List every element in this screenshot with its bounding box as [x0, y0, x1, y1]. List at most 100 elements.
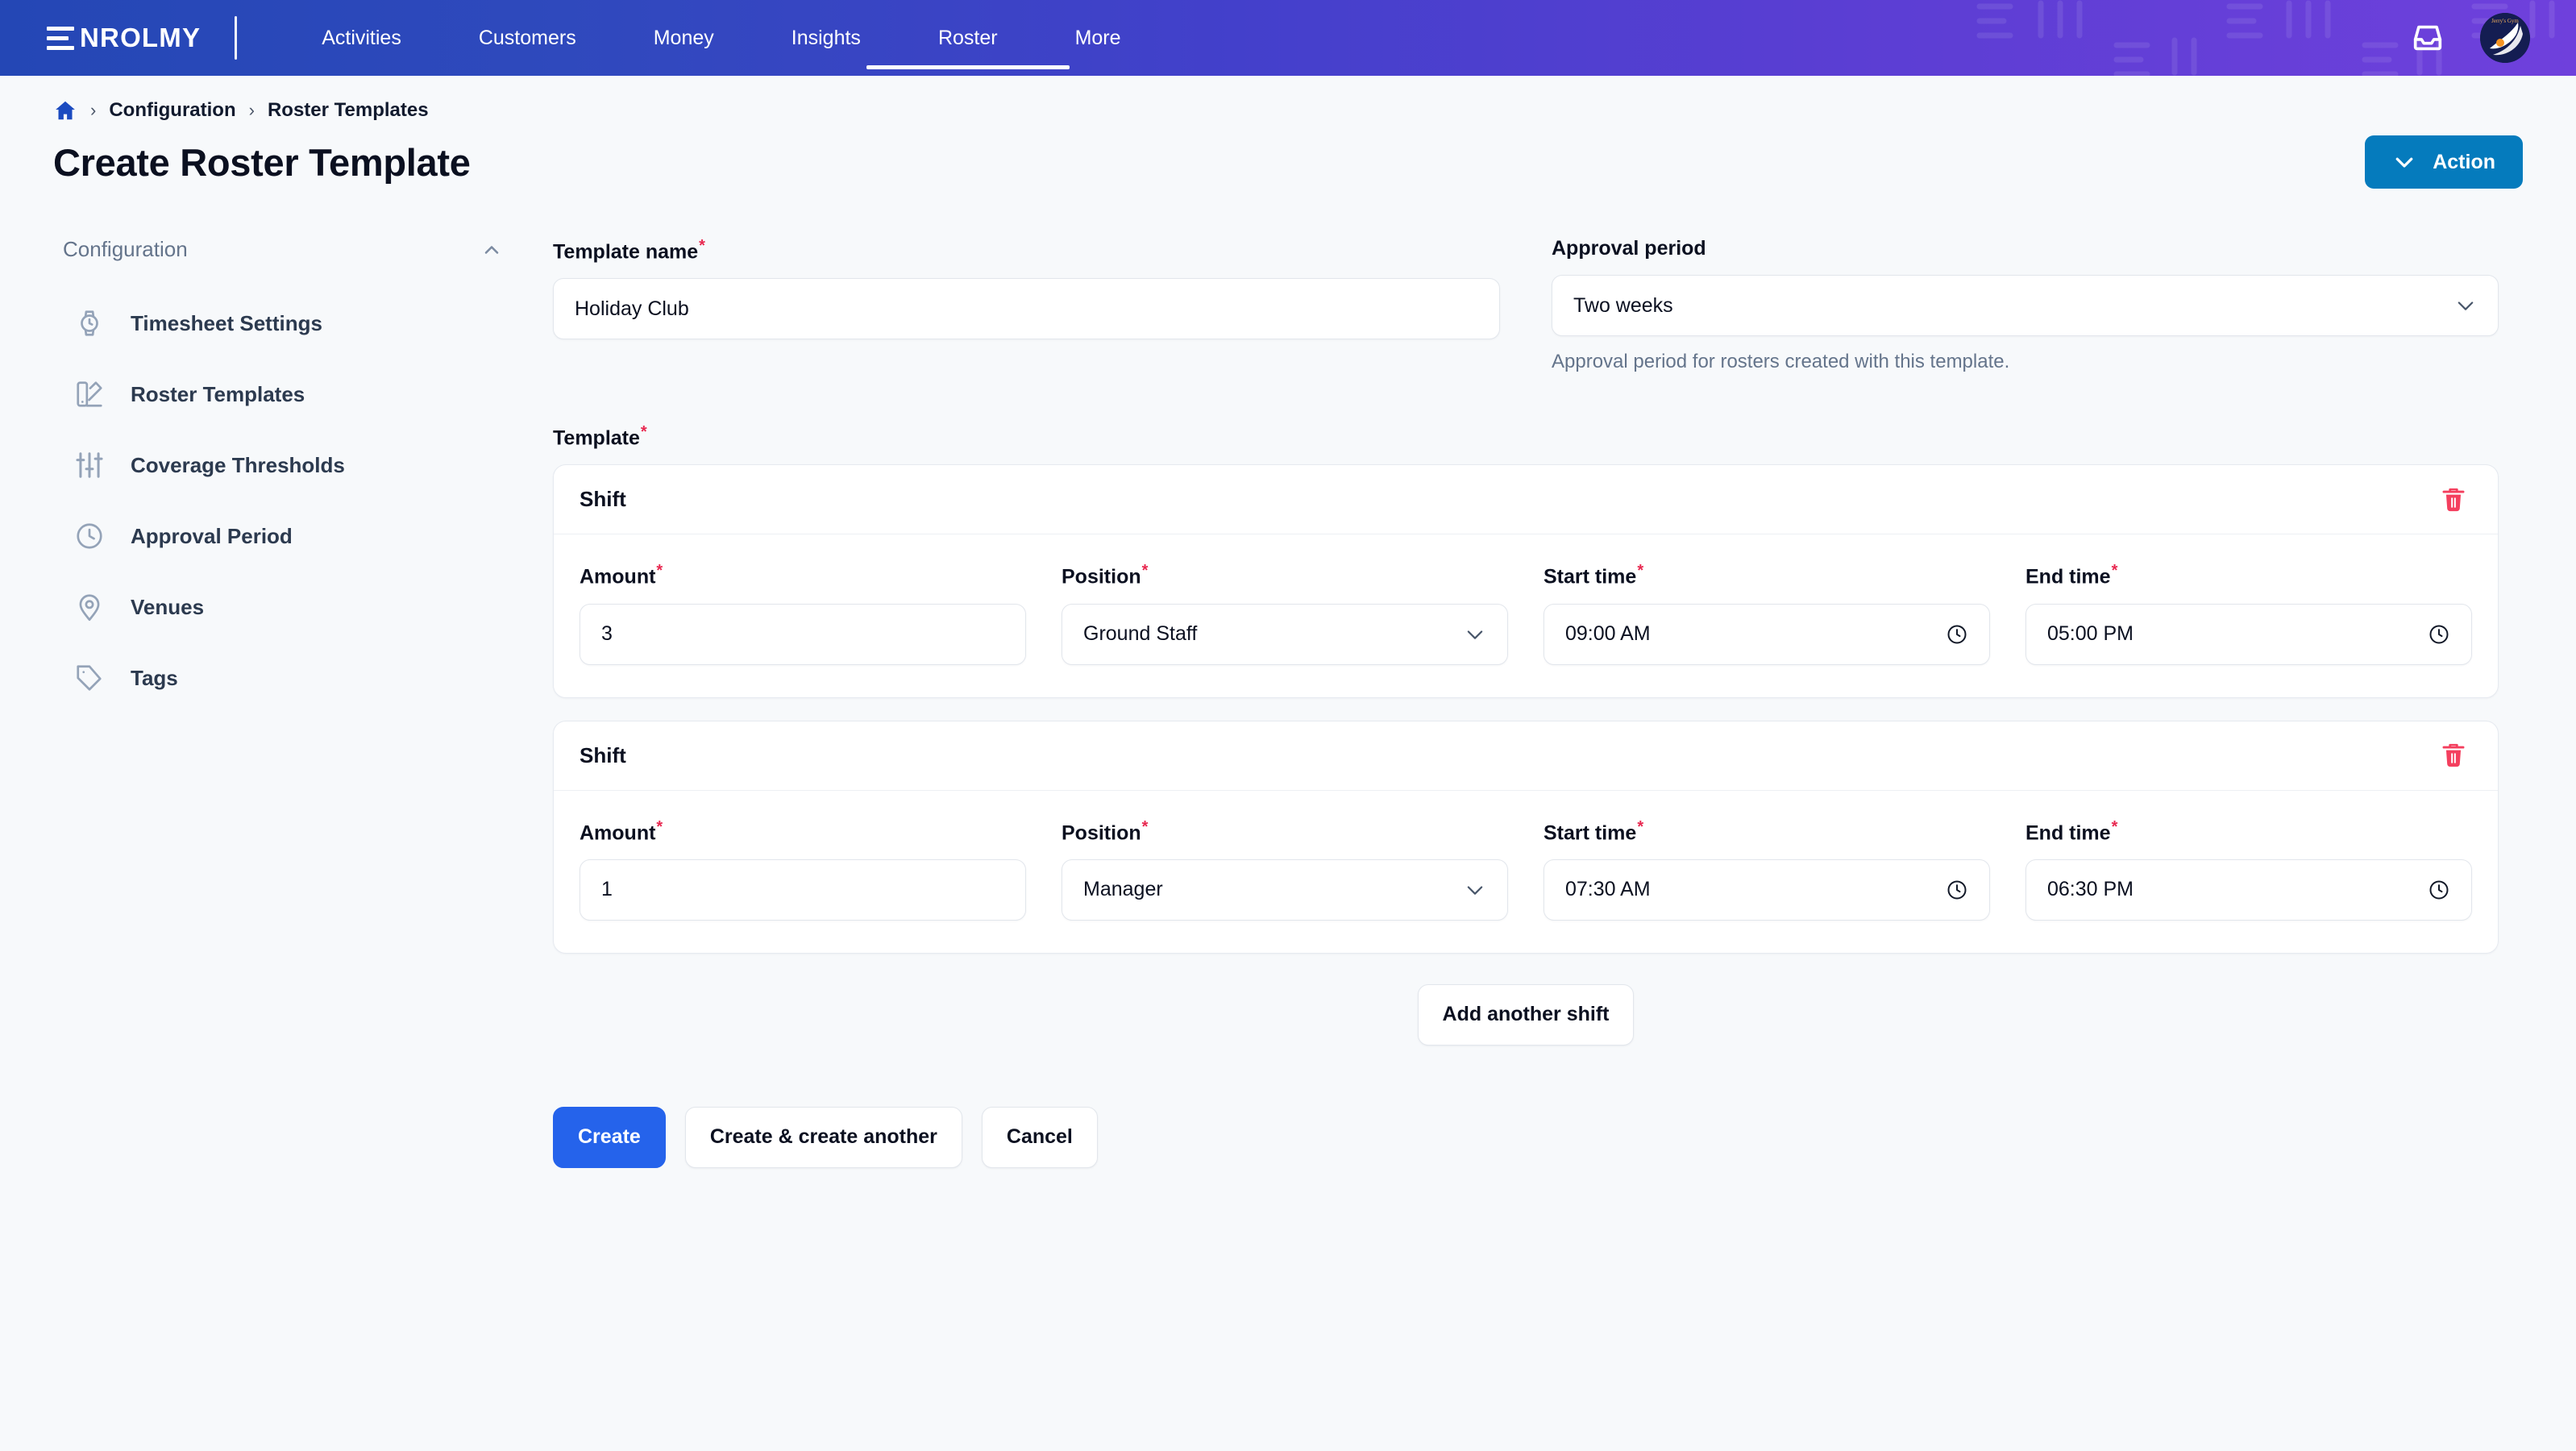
- shift-card-body: Amount* 1 Position* Manager Start time* …: [554, 791, 2498, 953]
- approval-period-helper-text: Approval period for rosters created with…: [1552, 351, 2010, 372]
- label-text: Start time: [1544, 565, 1637, 588]
- action-button-label: Action: [2433, 150, 2495, 173]
- nav-item-customers[interactable]: Customers: [440, 0, 615, 76]
- nav-item-roster[interactable]: Roster: [900, 0, 1037, 76]
- shift-card-title: Shift: [580, 742, 626, 767]
- breadcrumb-separator: ›: [90, 100, 97, 120]
- cancel-button[interactable]: Cancel: [981, 1106, 1098, 1168]
- field-template-name: Template name* Holiday Club: [553, 237, 1500, 373]
- template-name-label: Template name*: [553, 237, 1500, 264]
- trash-icon: [2442, 743, 2465, 767]
- sidebar-item-label: Tags: [131, 665, 178, 690]
- position-value: Ground Staff: [1083, 622, 1198, 646]
- avatar[interactable]: Jerry's Gym: [2480, 13, 2530, 63]
- end-time-label: End time*: [2025, 818, 2472, 845]
- sidebar-item-venues[interactable]: Venues: [63, 572, 553, 642]
- sidebar-item-label: Venues: [131, 594, 205, 619]
- label-text: Amount: [580, 565, 656, 588]
- watch-icon: [81, 310, 98, 336]
- required-marker: *: [1141, 817, 1149, 836]
- template-swatch-icon: [77, 381, 102, 407]
- delete-shift-button[interactable]: [2435, 481, 2472, 518]
- label-text: End time: [2025, 565, 2111, 588]
- shift-card-header: Shift: [554, 465, 2498, 535]
- approval-period-select[interactable]: Two weeks: [1552, 275, 2499, 336]
- start-time-label: Start time*: [1544, 818, 1990, 845]
- approval-period-value: Two weeks: [1573, 293, 1673, 317]
- template-shifts-block: Template * Shift Amount* 3 Position* Grou…: [553, 423, 2499, 1046]
- nav-item-insights[interactable]: Insights: [753, 0, 900, 76]
- nav-label: Insights: [791, 26, 861, 49]
- sidebar-item-approval-period[interactable]: Approval Period: [63, 501, 553, 572]
- sidebar-item-roster-templates[interactable]: Roster Templates: [63, 359, 553, 430]
- clock-icon[interactable]: [1946, 623, 1968, 646]
- action-button[interactable]: Action: [2365, 135, 2523, 189]
- form-row-top: Template name* Holiday Club Approval per…: [553, 237, 2499, 373]
- required-marker: *: [2111, 817, 2118, 836]
- sidebar-section-header[interactable]: Configuration: [63, 237, 503, 262]
- chevron-down-icon: [1467, 630, 1483, 639]
- sidebar-item-tags[interactable]: Tags: [63, 642, 553, 713]
- map-pin-icon: [79, 594, 100, 622]
- amount-input[interactable]: 1: [580, 859, 1026, 921]
- approval-period-label: Approval period: [1552, 237, 2499, 260]
- template-name-value: Holiday Club: [575, 297, 689, 320]
- delete-shift-button[interactable]: [2435, 737, 2472, 774]
- start-time-value: 09:00 AM: [1565, 622, 1651, 646]
- chevron-down-icon: [1467, 886, 1483, 895]
- page-content: Configuration Timesheet Settings Roster …: [53, 237, 2523, 1168]
- shift-card-title: Shift: [580, 487, 626, 512]
- nav-item-money[interactable]: Money: [615, 0, 753, 76]
- nav-item-activities[interactable]: Activities: [283, 0, 440, 76]
- start-time-value: 07:30 AM: [1565, 878, 1651, 901]
- enrolmy-e-icon: [47, 26, 74, 50]
- label-text: Template: [553, 426, 640, 450]
- end-time-input[interactable]: 05:00 PM: [2025, 603, 2472, 665]
- chevron-up-icon[interactable]: [480, 239, 503, 261]
- required-marker: *: [656, 562, 663, 580]
- position-select[interactable]: Manager: [1062, 859, 1508, 921]
- label-text: End time: [2025, 821, 2111, 844]
- inbox-icon[interactable]: [2409, 19, 2446, 56]
- add-another-shift-button[interactable]: Add another shift: [1417, 983, 1635, 1046]
- clock-icon[interactable]: [1946, 879, 1968, 901]
- clock-icon[interactable]: [2428, 879, 2450, 901]
- sidebar-item-label: Approval Period: [131, 523, 293, 548]
- amount-input[interactable]: 3: [580, 603, 1026, 665]
- trash-icon: [2442, 488, 2465, 511]
- nav-item-more[interactable]: More: [1037, 0, 1160, 76]
- required-marker: *: [2111, 562, 2118, 580]
- start-time-input[interactable]: 07:30 AM: [1544, 859, 1990, 921]
- breadcrumb-item-configuration[interactable]: Configuration: [109, 99, 235, 122]
- clock-icon: [77, 523, 102, 549]
- clock-icon[interactable]: [2428, 623, 2450, 646]
- field-end-time: End time* 05:00 PM: [2025, 562, 2472, 665]
- amount-value: 1: [601, 878, 613, 901]
- page-title: Create Roster Template: [53, 140, 471, 184]
- position-label: Position*: [1062, 562, 1508, 588]
- breadcrumb-item-roster-templates[interactable]: Roster Templates: [268, 99, 429, 122]
- primary-nav-items: Activities Customers Money Insights Rost…: [283, 0, 1159, 76]
- sidebar-item-timesheet-settings[interactable]: Timesheet Settings: [63, 288, 553, 359]
- shift-card-header: Shift: [554, 721, 2498, 791]
- required-marker: *: [656, 817, 663, 836]
- position-select[interactable]: Ground Staff: [1062, 603, 1508, 665]
- chevron-down-icon: [2395, 157, 2413, 168]
- breadcrumb: › Configuration › Roster Templates: [53, 76, 2523, 123]
- label-text: Position: [1062, 565, 1141, 588]
- home-icon[interactable]: [53, 98, 77, 123]
- sidebar-item-coverage-thresholds[interactable]: Coverage Thresholds: [63, 430, 553, 501]
- create-button[interactable]: Create: [553, 1106, 666, 1168]
- field-start-time: Start time* 09:00 AM: [1544, 562, 1990, 665]
- nav-label: Money: [653, 26, 714, 49]
- create-and-create-another-button[interactable]: Create & create another: [684, 1106, 962, 1168]
- sidebar-item-label: Timesheet Settings: [131, 310, 322, 335]
- end-time-input[interactable]: 06:30 PM: [2025, 859, 2472, 921]
- brand-logo[interactable]: NROLMY: [47, 23, 201, 53]
- top-navigation-bar: NROLMY Activities Customers Money Insigh…: [0, 0, 2576, 76]
- required-marker: *: [699, 237, 705, 255]
- template-name-input[interactable]: Holiday Club: [553, 278, 1500, 340]
- label-text: Approval period: [1552, 237, 1706, 260]
- page-title-row: Create Roster Template Action: [53, 135, 2523, 189]
- start-time-input[interactable]: 09:00 AM: [1544, 603, 1990, 665]
